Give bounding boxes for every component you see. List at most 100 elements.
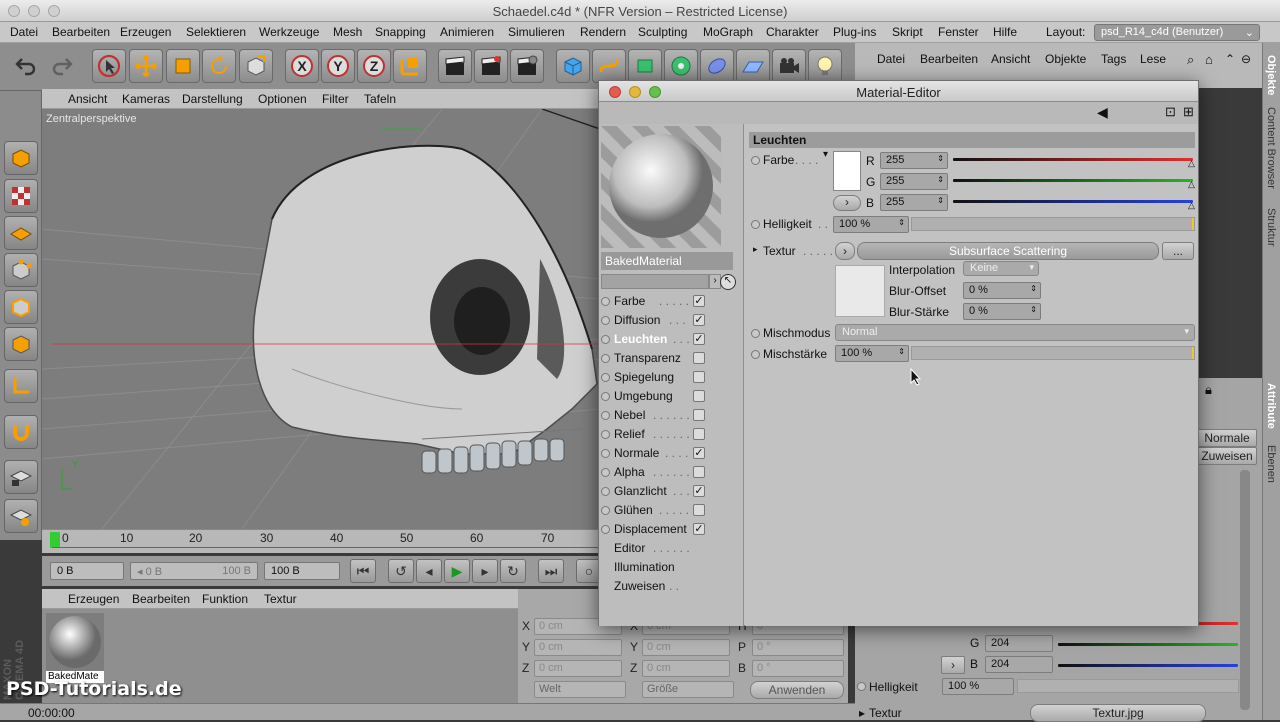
workplane-lock-button[interactable] — [4, 460, 38, 494]
vp-menu-ansicht[interactable]: Ansicht — [68, 92, 107, 106]
obj-menu-objekte[interactable]: Objekte — [1045, 52, 1086, 66]
attr-g-slider[interactable] — [1058, 643, 1238, 646]
coord-field[interactable]: 0 cm — [642, 660, 730, 677]
obj-menu-bearbeiten[interactable]: Bearbeiten — [920, 52, 978, 66]
b-slider-handle[interactable]: △ — [1188, 200, 1195, 211]
menu-hilfe[interactable]: Hilfe — [993, 25, 1017, 39]
textur-expand-icon[interactable]: ▸ — [753, 244, 758, 255]
mat-menu-bearbeiten[interactable]: Bearbeiten — [132, 592, 190, 606]
tab-attribute[interactable]: Attribute — [1265, 383, 1277, 429]
prev-frame-button[interactable]: ◂ — [416, 559, 442, 583]
attr-helligkeit-slider[interactable] — [1017, 679, 1239, 693]
helligkeit-field[interactable]: 100 % ⇕ — [833, 216, 909, 233]
menu-bearbeiten[interactable]: Bearbeiten — [52, 25, 110, 39]
b-slider[interactable] — [953, 200, 1193, 203]
end-frame-field[interactable]: 100 B — [264, 562, 340, 580]
vp-menu-filter[interactable]: Filter — [322, 92, 349, 106]
channel-alpha[interactable]: Alpha. . . . . . — [601, 463, 741, 482]
scale-tool-button[interactable] — [166, 49, 200, 83]
menu-selektieren[interactable]: Selektieren — [186, 25, 246, 39]
textur-menu-button[interactable]: › — [835, 242, 855, 260]
attr-lock-icon[interactable]: 🔒︎ — [1205, 382, 1212, 398]
apply-button[interactable]: Anwenden — [750, 681, 844, 699]
coord-size-select[interactable]: Größe — [642, 681, 734, 698]
nurbs-object-button[interactable] — [628, 49, 662, 83]
material-name[interactable]: BakedMaterial — [601, 252, 733, 270]
attr-b-slider[interactable] — [1058, 664, 1238, 667]
vp-menu-tafeln[interactable]: Tafeln — [364, 92, 396, 106]
redo-button[interactable] — [46, 49, 80, 83]
arrow-up-icon[interactable]: ⌃ — [1225, 52, 1235, 66]
menu-mograph[interactable]: MoGraph — [703, 25, 753, 39]
channel-farbe[interactable]: Farbe. . . . . ✓ — [601, 292, 741, 311]
deformer-object-button[interactable] — [700, 49, 734, 83]
menu-simulieren[interactable]: Simulieren — [508, 25, 565, 39]
prev-key-button[interactable]: ↺ — [388, 559, 414, 583]
channel-displacement[interactable]: Displacement ✓ — [601, 520, 741, 539]
textur-preview[interactable] — [835, 265, 885, 317]
attr-helligkeit-keyframe[interactable] — [857, 682, 866, 691]
obj-menu-tags[interactable]: Tags — [1101, 52, 1126, 66]
render-picture-viewer-button[interactable] — [474, 49, 508, 83]
coordinate-system-button[interactable] — [393, 49, 427, 83]
material-thumbnail[interactable]: BakedMate — [46, 613, 104, 683]
r-slider-handle[interactable]: △ — [1188, 158, 1195, 169]
play-button[interactable]: ▶ — [444, 559, 470, 583]
environment-object-button[interactable] — [736, 49, 770, 83]
mischmodus-keyframe-dot[interactable] — [751, 329, 760, 338]
viewport[interactable]: Y Zentralperspektive — [42, 109, 600, 529]
playhead[interactable] — [50, 532, 60, 548]
attr-textur-expand[interactable]: ▸ — [859, 706, 865, 720]
channel-glanzlicht[interactable]: Glanzlicht. . . ✓ — [601, 482, 741, 501]
z-axis-lock-button[interactable]: Z — [357, 49, 391, 83]
menu-rendern[interactable]: Rendern — [580, 25, 626, 39]
workplane-mode-button[interactable] — [4, 216, 38, 250]
layout-select[interactable]: psd_R14_c4d (Benutzer) ⌄ — [1094, 24, 1260, 41]
menu-animieren[interactable]: Animieren — [440, 25, 494, 39]
farbe-dropdown-icon[interactable]: ▾ — [823, 149, 828, 160]
farbe-swatch[interactable] — [833, 151, 861, 191]
attr-g-field[interactable]: 204 — [985, 635, 1053, 652]
light-object-button[interactable] — [808, 49, 842, 83]
mischstaerke-slider[interactable] — [911, 346, 1195, 360]
r-slider[interactable] — [953, 158, 1193, 161]
attr-helligkeit-field[interactable]: 100 % — [942, 678, 1014, 695]
points-mode-button[interactable] — [4, 253, 38, 287]
attr-zuweisen-button[interactable]: Zuweisen — [1197, 447, 1257, 465]
g-field[interactable]: 255 ⇕ — [880, 173, 948, 190]
current-frame-field[interactable]: 0 B — [50, 562, 124, 580]
move-tool-button[interactable] — [129, 49, 163, 83]
lock-icon[interactable]: ⊡ — [1165, 104, 1176, 120]
menu-fenster[interactable]: Fenster — [938, 25, 979, 39]
render-settings-button[interactable] — [510, 49, 544, 83]
select-tool-button[interactable] — [92, 49, 126, 83]
preview-range-field[interactable]: ◂ 0 B 100 B — [130, 562, 258, 580]
tab-content-browser[interactable]: Content Browser — [1265, 107, 1277, 189]
array-object-button[interactable] — [664, 49, 698, 83]
mat-menu-funktion[interactable]: Funktion — [202, 592, 248, 606]
camera-object-button[interactable] — [772, 49, 806, 83]
channel-spiegelung[interactable]: Spiegelung — [601, 368, 741, 387]
next-frame-button[interactable]: ▸ — [472, 559, 498, 583]
extra-editor[interactable]: Editor. . . . . . — [601, 539, 741, 558]
pick-material-icon[interactable]: ↖ — [720, 274, 736, 290]
vp-menu-darstellung[interactable]: Darstellung — [182, 92, 243, 106]
home-icon[interactable]: ⌂ — [1205, 52, 1213, 67]
edges-mode-button[interactable] — [4, 290, 38, 324]
b-field[interactable]: 255 ⇕ — [880, 194, 948, 211]
farbe-expand-button[interactable]: › — [833, 195, 861, 211]
helligkeit-keyframe-dot[interactable] — [751, 220, 760, 229]
coord-field[interactable]: 0 cm — [534, 639, 622, 656]
menu-datei[interactable]: Datei — [10, 25, 38, 39]
channel-diffusion[interactable]: Diffusion. . . ✓ — [601, 311, 741, 330]
menu-werkzeuge[interactable]: Werkzeuge — [259, 25, 319, 39]
mischstaerke-keyframe-dot[interactable] — [751, 350, 760, 359]
attr-textur-button[interactable]: Textur.jpg — [1030, 704, 1206, 722]
coord-field[interactable]: 0 ° — [752, 660, 844, 677]
back-arrow-icon[interactable]: ◀ — [1097, 104, 1108, 121]
cube-object-button[interactable] — [556, 49, 590, 83]
channel-gluehen[interactable]: Glühen. . . . . — [601, 501, 741, 520]
menu-mesh[interactable]: Mesh — [333, 25, 362, 39]
menu-snapping[interactable]: Snapping — [375, 25, 426, 39]
coord-mode-select[interactable]: Welt — [534, 681, 626, 698]
